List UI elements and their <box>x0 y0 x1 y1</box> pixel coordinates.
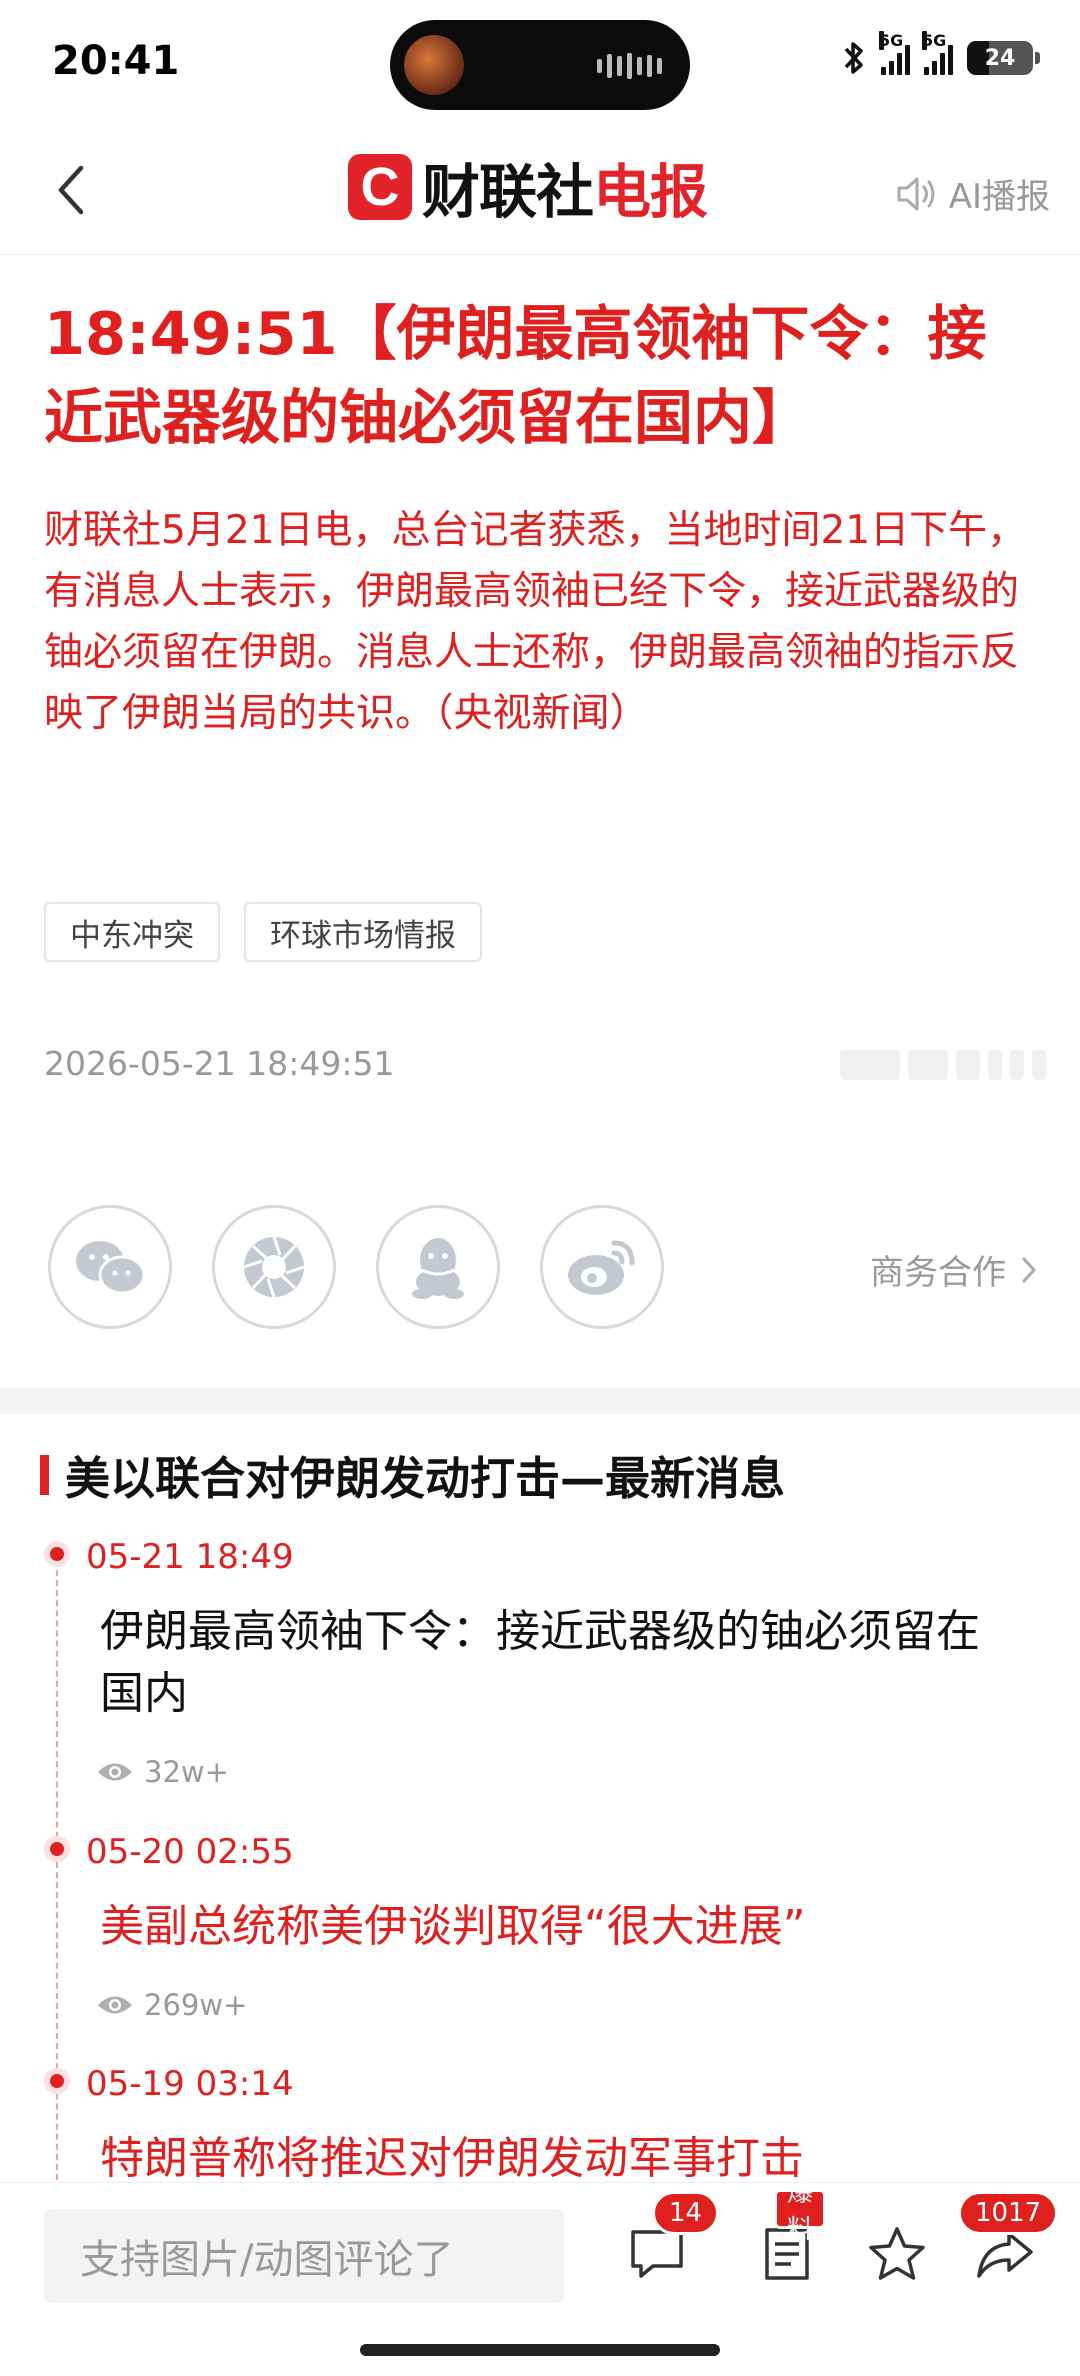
status-icons: 5G 5G 24 <box>841 31 1040 76</box>
status-bar: 20:41 5G 5G 24 <box>0 0 1080 125</box>
eye-icon <box>98 1763 132 1781</box>
audio-wave-icon <box>597 53 662 79</box>
chevron-right-icon <box>1022 1257 1037 1282</box>
battery-icon: 24 <box>967 41 1033 75</box>
bluetooth-icon <box>844 42 863 74</box>
brand-name: 财联社电报 <box>422 158 708 226</box>
share-qq-button[interactable] <box>376 1205 500 1329</box>
timeline-title[interactable]: 美副总统称美伊谈判取得“很大进展” <box>100 1896 1000 1958</box>
share-button[interactable]: 1017 <box>958 2191 1059 2289</box>
battery-tip <box>1035 52 1040 64</box>
favorite-button[interactable] <box>862 2219 932 2289</box>
wechat-icon <box>76 1241 146 1295</box>
share-weibo-button[interactable] <box>540 1205 664 1329</box>
qq-penguin-icon <box>412 1238 464 1299</box>
business-cooperation-label: 商务合作 <box>870 1253 1006 1293</box>
ai-broadcast-button[interactable]: AI播报 <box>895 169 1050 218</box>
timeline-dot-icon <box>44 2068 70 2094</box>
timeline-views: 269w+ <box>96 1988 247 2022</box>
timeline-views: 32w+ <box>96 1755 229 1789</box>
article-headline: 18:49:51【伊朗最高领袖下令：接近武器级的铀必须留在国内】 <box>44 299 987 452</box>
publish-timestamp: 2026-05-21 18:49:51 <box>44 1044 395 1083</box>
dynamic-island[interactable] <box>390 20 690 110</box>
brand-logo-mark: C <box>348 154 412 220</box>
moments-shutter-icon <box>243 1236 305 1298</box>
business-cooperation-link[interactable]: 商务合作 <box>870 1245 1038 1294</box>
comment-count-badge: 14 <box>652 2191 720 2235</box>
weibo-icon <box>568 1240 635 1295</box>
report-badge: 爆料 <box>774 2178 827 2245</box>
home-indicator[interactable] <box>360 2344 720 2356</box>
nav-bar: C 财联社电报 AI播报 <box>0 125 1080 255</box>
section-divider <box>0 1388 1080 1414</box>
now-playing-thumbnail <box>404 35 464 95</box>
share-wechat-button[interactable] <box>48 1205 172 1329</box>
topic-header[interactable]: 美以联合对伊朗发动打击—最新消息 <box>40 1442 785 1507</box>
topic-accent-bar <box>40 1454 49 1495</box>
ai-broadcast-label: AI播报 <box>948 177 1050 217</box>
screen: 20:41 5G 5G 24 C 财联社电报 AI播报 18:49:51【伊朗最… <box>0 0 1080 2376</box>
tag-mideast-conflict[interactable]: 中东冲突 <box>44 902 220 962</box>
cellular-signal-icon: 5G <box>879 31 910 75</box>
share-arrow-icon <box>977 2232 1033 2278</box>
back-button[interactable] <box>36 155 106 225</box>
brand-logo: C 财联社电报 <box>348 147 708 227</box>
timeline-time: 05-20 02:55 <box>86 1832 294 1872</box>
article-body: 财联社5月21日电，总台记者获悉，当地时间21日下午，有消息人士表示，伊朗最高领… <box>44 508 1027 736</box>
chevron-left-icon <box>58 165 84 215</box>
share-moments-button[interactable] <box>212 1205 336 1329</box>
timeline-time: 05-21 18:49 <box>86 1537 294 1577</box>
timeline-dot-icon <box>44 1836 70 1862</box>
speaker-icon <box>897 177 935 210</box>
report-button[interactable]: 爆料 <box>752 2178 827 2289</box>
share-count-badge: 1017 <box>958 2191 1059 2235</box>
tag-global-market-intel[interactable]: 环球市场情报 <box>244 902 482 962</box>
star-icon <box>869 2227 925 2280</box>
timeline-dot-icon <box>44 1541 70 1567</box>
clock: 20:41 <box>52 38 180 84</box>
topic-title: 美以联合对伊朗发动打击—最新消息 <box>65 1452 786 1505</box>
timeline-title[interactable]: 特朗普称将推迟对伊朗发动军事打击 <box>100 2128 1000 2190</box>
tag-list: 中东冲突 环球市场情报 <box>44 902 482 962</box>
eye-icon <box>98 1996 132 2014</box>
loading-placeholder <box>840 1050 1046 1080</box>
share-row: 商务合作 <box>48 1205 1048 1331</box>
comments-button[interactable]: 14 <box>622 2191 720 2289</box>
timeline-title[interactable]: 伊朗最高领袖下令：接近武器级的铀必须留在国内 <box>100 1601 1000 1725</box>
comment-input[interactable]: 支持图片/动图评论了 <box>44 2209 564 2303</box>
cellular-signal-icon-2: 5G <box>922 31 953 75</box>
timeline-time: 05-19 03:14 <box>86 2064 294 2104</box>
